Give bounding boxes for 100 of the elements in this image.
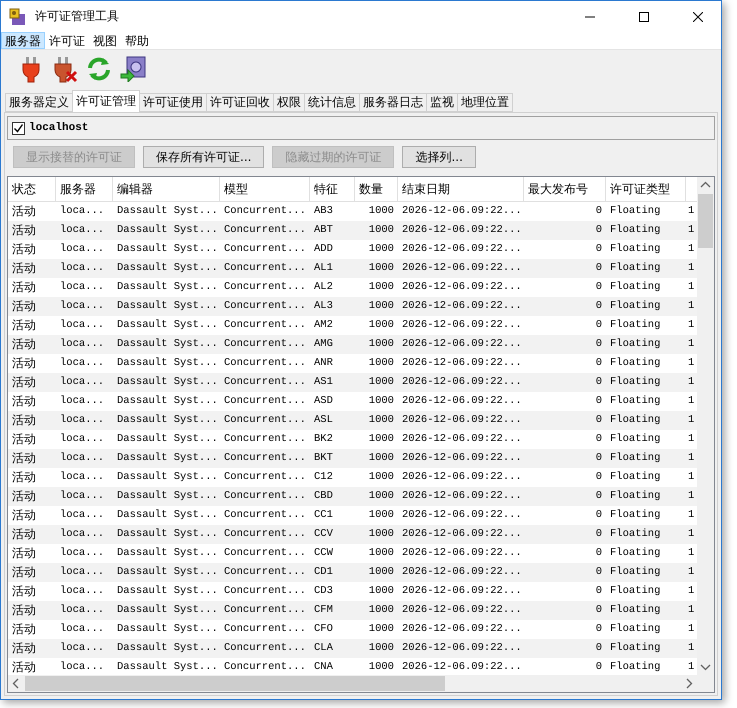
table-cell-text: 1 xyxy=(687,413,696,428)
menu-item[interactable]: 许可证 xyxy=(45,32,89,49)
table-row[interactable]: 活动 loca... Dassault Syst... Concurrent... AL1 1000 2026-12-06.09:22... 0 Floating 1 xyxy=(8,259,697,278)
table-cell-text: Floating xyxy=(609,394,662,409)
vertical-scrollbar[interactable] xyxy=(697,177,714,675)
column-header[interactable]: 许可证类型 xyxy=(606,177,686,201)
table-cell-text: Concurrent... xyxy=(223,584,307,599)
table-cell-text: 1 xyxy=(687,622,696,637)
table-cell-text: Floating xyxy=(609,375,662,390)
table-cell-text: C12 xyxy=(313,470,334,485)
table-cell-text: Concurrent... xyxy=(223,280,307,295)
column-header[interactable]: 编辑器 xyxy=(113,177,220,201)
column-header[interactable]: 最大发布号 xyxy=(524,177,606,201)
table-cell-text: ADD xyxy=(313,242,334,257)
table-cell-text: 活动 xyxy=(11,583,37,600)
checkbox[interactable] xyxy=(12,122,25,134)
column-header[interactable]: 模型 xyxy=(220,177,310,201)
table-row[interactable]: 活动 loca... Dassault Syst... Concurrent... CLA 1000 2026-12-06.09:22... 0 Floating 1 xyxy=(8,639,697,658)
table-cell-text: 1 xyxy=(687,546,696,561)
table-cell-text: 1000 xyxy=(368,299,395,314)
table-cell-text: 1000 xyxy=(368,451,395,466)
table-cell-text: 1 xyxy=(687,527,696,542)
column-header[interactable]: 状态 xyxy=(8,177,56,201)
app-icon xyxy=(9,8,27,26)
table-row[interactable]: 活动 loca... Dassault Syst... Concurrent... ASL 1000 2026-12-06.09:22... 0 Floating 1 xyxy=(8,411,697,430)
table-cell-text: Floating xyxy=(609,508,662,523)
table-cell-text: 1000 xyxy=(368,280,395,295)
table-cell-text: 1 xyxy=(687,394,696,409)
table-cell-text: Concurrent... xyxy=(223,451,307,466)
table-cell-text: Dassault Syst... xyxy=(116,261,219,276)
table-cell-text: 2026-12-06.09:22... xyxy=(401,261,523,276)
menu-item[interactable]: 视图 xyxy=(89,32,121,49)
table-cell-text: 0 xyxy=(594,318,603,333)
table-cell-text: 1 xyxy=(687,432,696,447)
table-cell-text: 活动 xyxy=(11,222,37,239)
menu-item[interactable]: 服务器 xyxy=(1,32,45,49)
table-cell-text: Floating xyxy=(609,622,662,637)
tab[interactable]: 地理位置 xyxy=(457,93,513,112)
table-cell-text: 1 xyxy=(687,451,696,466)
table-cell-text: 2026-12-06.09:22... xyxy=(401,337,523,352)
table-row[interactable]: 活动 loca... Dassault Syst... Concurrent... ABT 1000 2026-12-06.09:22... 0 Floating 1 xyxy=(8,221,697,240)
horizontal-scrollbar[interactable] xyxy=(8,675,697,692)
table-cell-text: 2026-12-06.09:22... xyxy=(401,565,523,580)
table-cell-text: 1 xyxy=(687,375,696,390)
table-cell-text: Dassault Syst... xyxy=(116,280,219,295)
tab[interactable]: 统计信息 xyxy=(304,93,360,112)
scroll-thumb[interactable] xyxy=(25,676,445,691)
table-cell-text: Floating xyxy=(609,603,662,618)
table-cell-text: 1 xyxy=(687,356,696,371)
table-cell-text: 活动 xyxy=(11,488,37,505)
safe-export-icon xyxy=(120,56,146,82)
tab[interactable]: 服务器日志 xyxy=(359,93,427,112)
table-row[interactable]: 活动 loca... Dassault Syst... Concurrent... AS1 1000 2026-12-06.09:22... 0 Floating 1 xyxy=(8,373,697,392)
table-row[interactable]: 活动 loca... Dassault Syst... Concurrent... CBD 1000 2026-12-06.09:22... 0 Floating 1 xyxy=(8,487,697,506)
table-cell-text: 2026-12-06.09:22... xyxy=(401,470,523,485)
plug-cross-icon xyxy=(52,55,78,83)
table-cell-text: loca... xyxy=(59,223,106,238)
table-row[interactable]: 活动 loca... Dassault Syst... Concurrent... AL3 1000 2026-12-06.09:22... 0 Floating 1 xyxy=(8,297,697,316)
table-cell-text: 1 xyxy=(687,280,696,295)
tab[interactable]: 许可证回收 xyxy=(206,93,274,112)
table-row[interactable]: 活动 loca... Dassault Syst... Concurrent... BKT 1000 2026-12-06.09:22... 0 Floating 1 xyxy=(8,449,697,468)
table-cell-text: Dassault Syst... xyxy=(116,375,219,390)
table-cell-text: AL2 xyxy=(313,280,334,295)
table-cell-text: 0 xyxy=(594,508,603,523)
table-cell-text: loca... xyxy=(59,584,106,599)
column-header[interactable]: 特征 xyxy=(310,177,355,201)
table-cell-text: AL3 xyxy=(313,299,334,314)
table-cell-text: 0 xyxy=(594,527,603,542)
tab[interactable]: 许可证使用 xyxy=(139,93,207,112)
action-button[interactable]: 选择列... xyxy=(402,146,476,168)
menu-item[interactable]: 帮助 xyxy=(121,32,153,49)
maximize-icon xyxy=(639,12,649,22)
table-cell-text: 活动 xyxy=(11,450,37,467)
toolbar-button[interactable] xyxy=(119,54,147,84)
tab[interactable]: 许可证管理 xyxy=(72,90,140,112)
table-cell-text: Concurrent... xyxy=(223,508,307,523)
table-cell-text: 2026-12-06.09:22... xyxy=(401,603,523,618)
table-cell-text: 1 xyxy=(687,261,696,276)
table-cell-text: 0 xyxy=(594,641,603,656)
table-row[interactable]: 活动 loca... Dassault Syst... Concurrent... CCV 1000 2026-12-06.09:22... 0 Floating 1 xyxy=(8,525,697,544)
action-button[interactable]: 保存所有许可证... xyxy=(143,146,264,168)
scroll-thumb[interactable] xyxy=(698,194,713,248)
column-header[interactable]: 服务器 xyxy=(56,177,113,201)
table-cell-text: loca... xyxy=(59,299,106,314)
table-cell-text: 1000 xyxy=(368,527,395,542)
table-row[interactable]: 活动 loca... Dassault Syst... Concurrent... CFM 1000 2026-12-06.09:22... 0 Floating 1 xyxy=(8,601,697,620)
table-cell-text: 1000 xyxy=(368,641,395,656)
table-row[interactable]: 活动 loca... Dassault Syst... Concurrent... AMG 1000 2026-12-06.09:22... 0 Floating 1 xyxy=(8,335,697,354)
column-header[interactable]: 结束日期 xyxy=(398,177,524,201)
column-header[interactable]: 数量 xyxy=(355,177,398,201)
table-cell-text: 2026-12-06.09:22... xyxy=(401,508,523,523)
tab[interactable]: 监视 xyxy=(426,93,458,112)
tab[interactable]: 服务器定义 xyxy=(5,93,73,112)
table-cell-text: Concurrent... xyxy=(223,432,307,447)
table-cell-text: 2026-12-06.09:22... xyxy=(401,451,523,466)
table-cell-text: Concurrent... xyxy=(223,318,307,333)
table-row[interactable]: 活动 loca... Dassault Syst... Concurrent... CD1 1000 2026-12-06.09:22... 0 Floating 1 xyxy=(8,563,697,582)
table-cell-text: 1 xyxy=(687,299,696,314)
tab[interactable]: 权限 xyxy=(273,93,305,112)
table-cell-text: 1 xyxy=(687,565,696,580)
